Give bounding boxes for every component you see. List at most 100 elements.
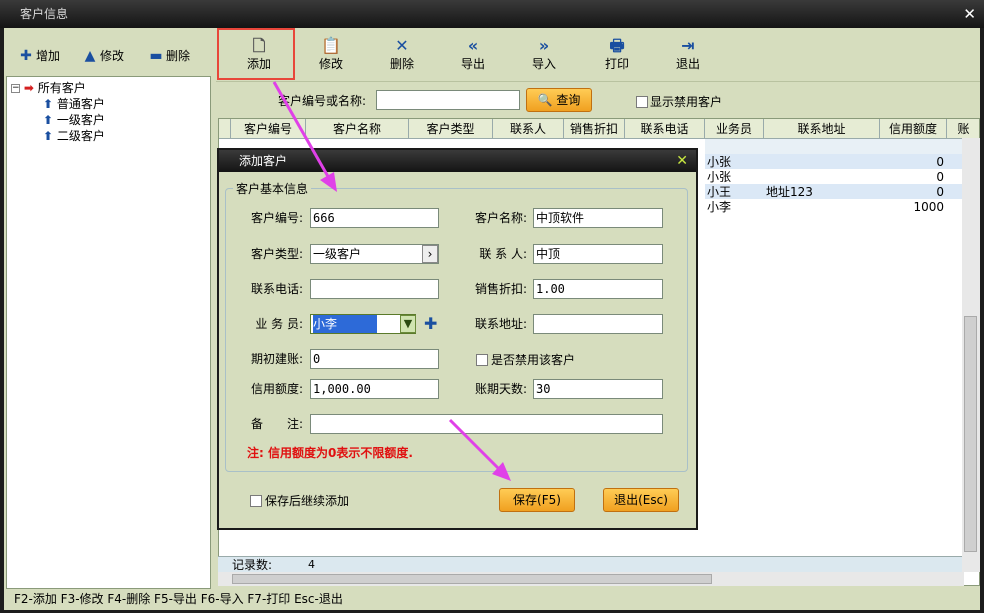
salesman-label: 业 务 员: [255, 317, 303, 331]
credit-cell: 0 [936, 170, 944, 184]
address-cell: 地址123 [766, 185, 813, 199]
credit-cell: 0 [936, 155, 944, 169]
opening-field[interactable]: 0 [310, 349, 439, 369]
delete-category-button[interactable]: ▬ 删除 [148, 47, 190, 65]
note-field[interactable] [310, 414, 663, 434]
dialog-title-bar: 添加客户 ✕ [219, 150, 696, 172]
discount-label: 销售折扣: [474, 282, 527, 296]
delete-button[interactable]: ✕ 删除 [377, 36, 427, 76]
edit-button[interactable]: 📋 修改 [306, 36, 356, 76]
main-window: 客户信息 ✕ ✚ 增加 ▲ 修改 ▬ 删除 − ➡ 所有客户 ⬆ 普通客户 ⬆ … [0, 0, 984, 613]
group-label: 客户基本信息 [233, 180, 312, 197]
days-label: 账期天数: [474, 382, 527, 396]
table-row[interactable] [705, 139, 963, 154]
tree-item-level2[interactable]: ⬆ 二级客户 [43, 128, 105, 144]
print-button[interactable]: 🖶 打印 [592, 36, 642, 76]
credit-warning: 注: 信用额度为0表示不限额度. [247, 446, 413, 460]
edit-category-button[interactable]: ▲ 修改 [82, 47, 124, 65]
query-button[interactable]: 🔍 查询 [526, 88, 592, 112]
grid-footer: 记录数: 4 [218, 556, 964, 572]
exit-dialog-button[interactable]: 退出(Esc) [603, 488, 679, 512]
vertical-scrollbar[interactable] [962, 138, 980, 572]
add-customer-dialog: 添加客户 ✕ 客户基本信息 客户编号: 666 客户名称: 中顶软件 客户类型:… [217, 148, 698, 530]
dialog-close-icon[interactable]: ✕ [676, 152, 688, 170]
category-tree: − ➡ 所有客户 ⬆ 普通客户 ⬆ 一级客户 ⬆ 二级客户 [6, 76, 211, 589]
status-bar: F2-添加 F3-修改 F4-删除 F5-导出 F6-导入 F7-打印 Esc-… [4, 589, 980, 610]
scroll-thumb[interactable] [964, 316, 977, 552]
days-field[interactable]: 30 [533, 379, 663, 399]
opening-label: 期初建账: [250, 352, 303, 366]
address-label: 联系地址: [474, 317, 527, 331]
column-header[interactable]: 联系电话 [625, 119, 705, 139]
import-button[interactable]: » 导入 [519, 36, 569, 76]
highlight-box [217, 28, 295, 80]
salesman-cell: 小王 [707, 185, 732, 199]
show-disabled-checkbox[interactable] [636, 96, 648, 108]
continue-after-save-checkbox[interactable] [250, 495, 262, 507]
salesman-cell: 小李 [707, 200, 732, 214]
close-x-icon: ✕ [395, 36, 409, 55]
column-header[interactable]: 联系人 [493, 119, 564, 139]
name-field[interactable]: 中顶软件 [533, 208, 663, 228]
collapse-icon[interactable]: − [11, 84, 20, 93]
search-input[interactable] [376, 90, 520, 110]
column-header[interactable]: 信用额度 [880, 119, 947, 139]
disable-customer-checkbox[interactable] [476, 354, 488, 366]
column-header[interactable]: 客户类型 [409, 119, 493, 139]
tree-root[interactable]: − ➡ 所有客户 [11, 80, 86, 96]
column-header[interactable]: 业务员 [705, 119, 764, 139]
type-field[interactable]: 一级客户 [310, 244, 439, 264]
disable-customer-label: 是否禁用该客户 [491, 353, 576, 367]
column-header[interactable]: 客户编号 [231, 119, 306, 139]
plus-icon: ✚ [20, 48, 32, 64]
phone-field[interactable] [310, 279, 439, 299]
horizontal-scrollbar[interactable] [218, 572, 964, 586]
blue-up-arrow-icon: ⬆ [43, 113, 54, 127]
credit-cell: 1000 [913, 200, 944, 214]
blue-up-arrow-icon: ⬆ [43, 97, 54, 111]
code-field[interactable]: 666 [310, 208, 439, 228]
show-disabled-label: 显示禁用客户 [650, 95, 723, 109]
tree-item-level1[interactable]: ⬆ 一级客户 [43, 112, 105, 128]
scroll-thumb[interactable] [232, 574, 712, 584]
row-header-corner [219, 119, 231, 139]
search-row: 客户编号或名称: 🔍 查询 显示禁用客户 [216, 84, 980, 118]
left-toolbar: ✚ 增加 ▲ 修改 ▬ 删除 [4, 28, 211, 74]
printer-icon: 🖶 [609, 36, 625, 55]
continue-after-save-label: 保存后继续添加 [265, 494, 350, 508]
contact-field[interactable]: 中顶 [533, 244, 663, 264]
address-field[interactable] [533, 314, 663, 334]
credit-field[interactable]: 1,000.00 [310, 379, 439, 399]
exit-button[interactable]: ⇥ 退出 [663, 36, 713, 76]
main-toolbar: 🗋 添加 📋 修改 ✕ 删除 « 导出 » 导入 🖶 打印 ⇥ 退出 [216, 28, 980, 82]
magnifier-icon: 🔍 [537, 93, 553, 107]
close-icon[interactable]: ✕ [963, 5, 976, 23]
discount-field[interactable]: 1.00 [533, 279, 663, 299]
credit-label: 信用额度: [250, 382, 303, 396]
exit-door-icon: ⇥ [681, 36, 695, 55]
column-header[interactable]: 销售折扣 [564, 119, 625, 139]
add-salesman-icon[interactable]: ✚ [424, 315, 437, 333]
name-label: 客户名称: [474, 211, 527, 225]
column-header[interactable]: 联系地址 [764, 119, 880, 139]
type-picker-button[interactable]: › [422, 245, 438, 263]
record-count-label: 记录数: [232, 558, 273, 572]
credit-cell: 0 [936, 185, 944, 199]
window-title: 客户信息 [20, 7, 69, 21]
double-left-icon: « [467, 36, 479, 55]
column-header[interactable]: 客户名称 [306, 119, 409, 139]
add-category-button[interactable]: ✚ 增加 [18, 47, 60, 65]
export-button[interactable]: « 导出 [448, 36, 498, 76]
type-label: 客户类型: [250, 247, 303, 261]
tree-item-normal[interactable]: ⬆ 普通客户 [43, 96, 105, 112]
phone-label: 联系电话: [250, 282, 303, 296]
dialog-title: 添加客户 [239, 154, 288, 168]
chevron-down-icon: ▼ [403, 317, 413, 330]
blue-up-arrow-icon: ⬆ [43, 129, 54, 143]
double-right-icon: » [538, 36, 550, 55]
column-header[interactable]: 账 [947, 119, 979, 139]
salesman-cell: 小张 [707, 170, 732, 184]
clipboard-icon: 📋 [321, 36, 341, 55]
save-button[interactable]: 保存(F5) [499, 488, 575, 512]
salesman-dropdown-button[interactable]: ▼ [400, 315, 416, 333]
